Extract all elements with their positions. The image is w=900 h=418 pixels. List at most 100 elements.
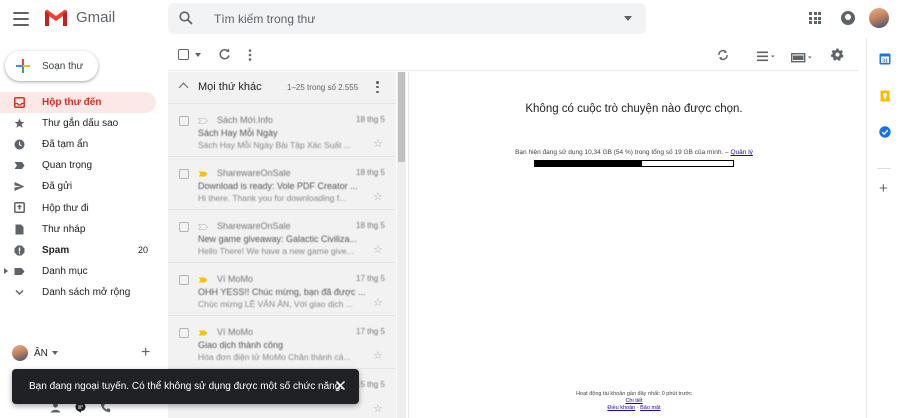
refresh-icon[interactable]: [218, 48, 231, 61]
email-row[interactable]: Sách Mới.Info 18 thg 5 Sách Hay Mỗi Ngày…: [168, 103, 396, 156]
email-subject: Giao dịch thành công: [198, 340, 284, 350]
importance-marker-icon[interactable]: [198, 171, 208, 177]
search-input[interactable]: [214, 9, 594, 29]
close-icon[interactable]: [335, 380, 346, 391]
main-menu-icon[interactable]: [13, 12, 29, 26]
manage-storage-link[interactable]: Quản lý: [730, 149, 752, 156]
spam-count: 20: [137, 245, 148, 256]
row-checkbox[interactable]: [179, 169, 189, 179]
list-scrollbar[interactable]: [397, 72, 406, 418]
sidebar-nav: Hộp thư đến Thư gắn dấu sao Đã tạm ẩn Qu…: [0, 92, 160, 303]
importance-marker-icon[interactable]: [198, 224, 208, 230]
account-avatar[interactable]: [869, 8, 889, 28]
row-checkbox[interactable]: [179, 116, 189, 126]
email-subject: Download is ready: Vole PDF Creator ...: [198, 181, 358, 191]
calendar-icon[interactable]: 31: [879, 53, 891, 65]
sidebar-item-label: Hộp thư đi: [42, 202, 89, 214]
collapse-chevron-icon[interactable]: [178, 82, 189, 93]
more-vert-icon[interactable]: [248, 49, 252, 61]
expand-arrow-icon[interactable]: [4, 267, 8, 274]
email-row[interactable]: Ví MoMo 17 thg 5 Giao dịch thành công Hó…: [168, 315, 396, 368]
sidebar-item-label: Danh sách mở rộng: [42, 286, 131, 298]
email-date: 17 thg 5: [356, 327, 385, 336]
email-sender: SharewareOnSale: [217, 168, 291, 178]
density-icon[interactable]: [757, 49, 777, 67]
importance-marker-icon[interactable]: [198, 118, 208, 124]
row-checkbox[interactable]: [179, 328, 189, 338]
email-row[interactable]: SharewareOnSale 18 thg 5 New game giveaw…: [168, 209, 396, 262]
star-icon[interactable]: ☆: [373, 298, 383, 309]
label-important-icon: [14, 162, 25, 170]
side-panel: 31 +: [866, 38, 900, 418]
sidebar-item-label: Đã gửi: [42, 181, 73, 193]
email-date: 17 thg 5: [356, 274, 385, 283]
sidebar-item-starred[interactable]: Thư gắn dấu sao: [0, 113, 160, 134]
storage-quota-bar: [534, 160, 734, 167]
select-all-checkbox[interactable]: [178, 49, 189, 60]
star-icon[interactable]: ☆: [373, 192, 383, 203]
get-addons-plus-icon[interactable]: +: [879, 181, 888, 196]
sidebar-item-more[interactable]: Danh sách mở rộng: [0, 282, 160, 303]
terms-link[interactable]: Điều khoản: [607, 405, 635, 411]
hangouts-user[interactable]: ÂN: [12, 345, 58, 361]
sidebar-item-sent[interactable]: Đã gửi: [0, 176, 160, 197]
row-checkbox[interactable]: [179, 222, 189, 232]
row-checkbox[interactable]: [179, 275, 189, 285]
star-icon[interactable]: ☆: [373, 245, 383, 256]
sidebar-item-drafts[interactable]: Thư nháp: [0, 219, 160, 240]
email-date: 18 thg 5: [356, 115, 385, 124]
email-subject: Sách Hay Mỗi Ngày: [198, 128, 278, 138]
details-link[interactable]: Chi tiết: [625, 398, 642, 404]
hangouts-avatar: [12, 345, 28, 361]
inbox-icon: [14, 97, 25, 108]
send-icon: [14, 182, 25, 192]
star-icon[interactable]: ☆: [373, 351, 383, 362]
gmail-app: Gmail Soạn thư Hộp thư đến Thư gắn dấu s…: [0, 0, 900, 418]
snackbar-message: Bạn đang ngoại tuyến. Có thể không sử dụ…: [29, 381, 344, 392]
sidebar-item-snoozed[interactable]: Đã tạm ẩn: [0, 134, 160, 155]
sync-offline-icon[interactable]: [717, 49, 729, 61]
search-options-icon[interactable]: [624, 16, 632, 21]
gear-icon[interactable]: [831, 48, 844, 61]
email-row[interactable]: Ví MoMo 17 thg 5 OHH YESS!! Chúc mừng, b…: [168, 262, 396, 315]
tasks-icon[interactable]: [879, 126, 891, 138]
draft-icon: [15, 224, 24, 235]
star-icon[interactable]: ☆: [373, 404, 383, 415]
storage-usage: Bạn hiện đang sử dụng 10,34 GB (54 %) tr…: [409, 149, 859, 156]
select-options-icon[interactable]: [195, 53, 201, 57]
sidebar-item-inbox[interactable]: Hộp thư đến: [0, 92, 156, 114]
importance-marker-icon[interactable]: [198, 277, 208, 283]
sidebar-item-categories[interactable]: Danh mục: [0, 261, 160, 282]
sidebar-item-label: Quan trọng: [42, 160, 93, 172]
sidebar-item-spam[interactable]: Spam 20: [0, 240, 160, 261]
compose-plus-icon: [16, 59, 30, 73]
email-snippet: Hello There! We have a new game give...: [198, 246, 354, 256]
compose-label: Soạn thư: [42, 60, 84, 72]
email-date: 18 thg 5: [356, 221, 385, 230]
search-icon[interactable]: [179, 11, 193, 25]
importance-marker-icon[interactable]: [198, 330, 208, 336]
scrollbar-thumb[interactable]: [398, 72, 405, 162]
gmail-logo[interactable]: Gmail: [44, 8, 115, 27]
sidebar-item-label: Spam: [42, 244, 70, 256]
email-subject: New game giveaway: Galactic Civiliza...: [198, 234, 358, 244]
email-snippet: Sách Hay Mỗi Ngày Bài Tập Xác Suất ...: [198, 140, 351, 150]
sidebar-item-outbox[interactable]: Hộp thư đi: [0, 197, 160, 218]
footer-separator: ·: [636, 405, 639, 411]
sidebar-item-important[interactable]: Quan trọng: [0, 155, 160, 176]
compose-button[interactable]: Soạn thư: [5, 51, 98, 81]
notifications-icon[interactable]: [841, 11, 855, 25]
new-chat-plus-icon[interactable]: +: [141, 345, 150, 361]
no-conversation-message: Không có cuộc trò chuyện nào được chọn.: [525, 103, 743, 115]
split-pane-icon[interactable]: [790, 50, 815, 68]
section-header[interactable]: Mọi thứ khác 1–25 trong số 2.555: [168, 72, 396, 103]
hangouts-user-name: ÂN: [34, 347, 48, 359]
apps-grid-icon[interactable]: [809, 12, 821, 24]
privacy-link[interactable]: Bảo mật: [640, 405, 660, 411]
keep-icon[interactable]: [879, 90, 891, 102]
star-icon[interactable]: ☆: [373, 139, 383, 150]
email-row[interactable]: SharewareOnSale 18 thg 5 Download is rea…: [168, 156, 396, 209]
section-more-icon[interactable]: [376, 81, 379, 93]
email-list: Mọi thứ khác 1–25 trong số 2.555 Sách Mớ…: [168, 72, 396, 418]
email-date: 15 thg 5: [356, 380, 385, 389]
